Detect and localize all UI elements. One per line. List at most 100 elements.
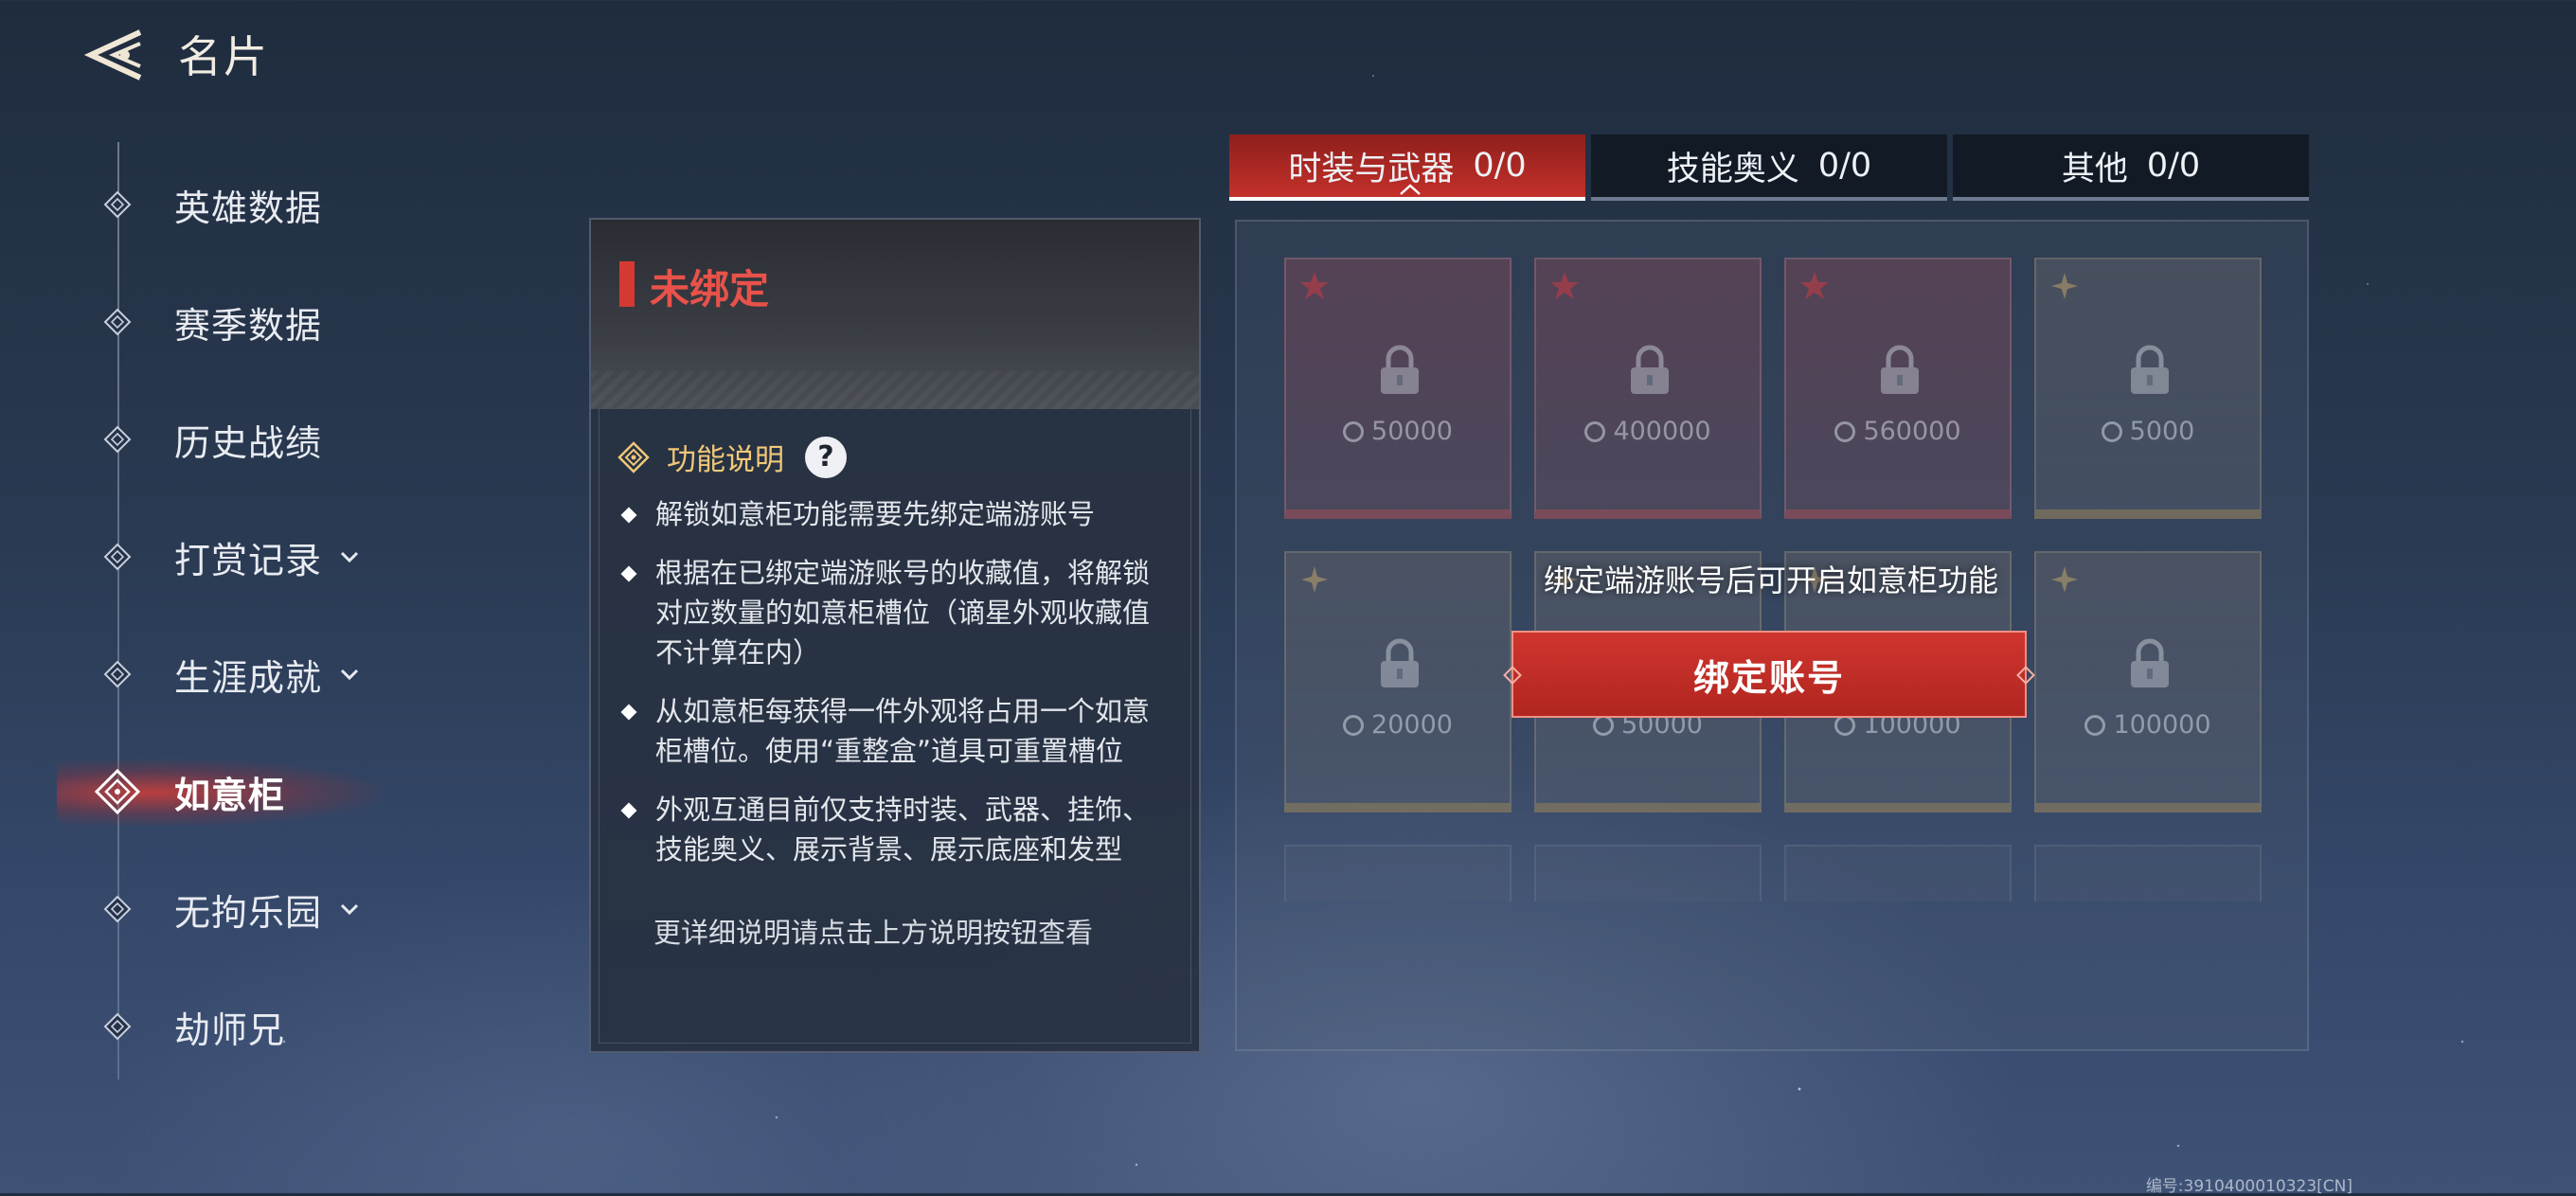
nav-diamond-icon <box>95 417 140 462</box>
help-button[interactable]: ? <box>805 436 847 478</box>
description-text: 从如意柜每获得一件外观将占用一个如意柜槽位。使用“重整盒”道具可重置槽位 <box>655 695 1151 767</box>
nav-item-label: 赛季数据 <box>174 304 323 347</box>
wardrobe-slot-faded <box>1284 845 1512 901</box>
clover-icon <box>1297 562 1332 597</box>
nav-item-3[interactable]: 历史战绩 <box>95 402 322 477</box>
tab-2[interactable]: 技能奥义 0/0 <box>1591 134 1947 201</box>
nav-item-label: 历史战绩 <box>174 421 323 464</box>
description-item: 根据在已绑定端游账号的收藏值，将解锁对应数量的如意柜槽位（谪星外观收藏值不计算在… <box>619 553 1159 672</box>
slot-cost-value: 20000 <box>1371 710 1453 740</box>
wardrobe-slot-faded <box>2034 845 2262 901</box>
tab-label: 时装与武器 <box>1288 150 1455 188</box>
tab-count: 0/0 <box>2146 147 2201 185</box>
chevron-down-icon <box>339 664 360 685</box>
lock-icon <box>1875 343 1924 398</box>
nav-item-7[interactable]: 无拘乐园 <box>95 871 360 947</box>
header-pattern <box>591 371 1199 409</box>
nav-item-5[interactable]: 生涯成就 <box>95 636 360 712</box>
lock-icon <box>1625 343 1674 398</box>
slot-cost: 400000 <box>1536 417 1760 446</box>
nav-diamond-icon <box>95 299 140 345</box>
flower-icon <box>1547 269 1582 303</box>
slot-cost: 560000 <box>1786 417 2010 446</box>
slot-cost: 50000 <box>1286 417 1510 446</box>
collection-coin-icon <box>2084 715 2106 736</box>
description-text: 根据在已绑定端游账号的收藏值，将解锁对应数量的如意柜槽位（谪星外观收藏值不计算在… <box>655 557 1151 669</box>
lock-icon <box>2125 343 2174 398</box>
bullet-diamond-icon <box>620 704 637 721</box>
collection-coin-icon <box>1343 421 1365 442</box>
clover-icon <box>2048 269 2082 303</box>
nav-diamond-icon <box>95 652 140 697</box>
nav-diamond-icon <box>95 886 140 932</box>
nav-diamond-icon <box>95 534 140 580</box>
function-description-title: 功能说明 <box>667 443 784 477</box>
bullet-diamond-icon <box>620 565 637 582</box>
tab-count: 0/0 <box>1817 147 1872 185</box>
nav-item-label: 打赏记录 <box>174 539 323 581</box>
nav-active-diamond-icon <box>95 769 140 814</box>
tab-count: 0/0 <box>1473 147 1527 185</box>
nav-item-6[interactable]: 如意柜 <box>95 754 285 830</box>
bind-status: 未绑定 <box>650 266 770 312</box>
description-text: 外观互通目前仅支持时装、武器、挂饰、技能奥义、展示背景、展示底座和发型 <box>655 794 1151 866</box>
nav-item-4[interactable]: 打赏记录 <box>95 519 360 595</box>
collection-coin-icon <box>1343 715 1365 736</box>
nav-diamond-icon <box>95 1004 140 1049</box>
more-info-note: 更详细说明请点击上方说明按钮查看 <box>653 917 1094 949</box>
bind-account-button[interactable]: 绑定账号 <box>1512 631 2027 718</box>
collection-coin-icon <box>1834 421 1856 442</box>
description-list: 解锁如意柜功能需要先绑定端游账号根据在已绑定端游账号的收藏值，将解锁对应数量的如… <box>619 494 1159 888</box>
description-item: 外观互通目前仅支持时装、武器、挂饰、技能奥义、展示背景、展示底座和发型 <box>619 790 1159 869</box>
active-tab-caret-icon <box>1400 184 1421 195</box>
lock-icon <box>1375 636 1424 691</box>
wardrobe-slot[interactable]: 5000 <box>2034 258 2262 519</box>
bind-hint-text: 绑定端游账号后可开启如意柜功能 <box>1543 562 1998 598</box>
tab-label: 其他 <box>2061 150 2128 188</box>
status-marker <box>619 261 635 307</box>
nav-item-label: 劫师兄 <box>174 1009 286 1051</box>
slot-cost: 5000 <box>2036 417 2260 446</box>
slot-cost: 100000 <box>2036 710 2260 740</box>
chevron-down-icon <box>339 546 360 567</box>
diamond-icon <box>617 440 650 473</box>
description-item: 解锁如意柜功能需要先绑定端游账号 <box>619 494 1159 534</box>
collection-coin-icon <box>1584 421 1606 442</box>
nav-item-8[interactable]: 劫师兄 <box>95 989 285 1064</box>
nav-item-label: 英雄数据 <box>174 187 323 229</box>
description-text: 解锁如意柜功能需要先绑定端游账号 <box>655 498 1096 530</box>
nav-diamond-icon <box>95 182 140 227</box>
nav-item-label: 无拘乐园 <box>174 891 323 934</box>
tab-3[interactable]: 其他 0/0 <box>1953 134 2309 201</box>
info-panel-header: 未绑定 <box>591 220 1199 409</box>
wardrobe-slot-faded <box>1534 845 1762 901</box>
flower-icon <box>1798 269 1832 303</box>
wardrobe-slot-faded <box>1784 845 2012 901</box>
collection-coin-icon <box>1834 715 1856 736</box>
flower-icon <box>1297 269 1332 303</box>
lock-icon <box>2125 636 2174 691</box>
collection-coin-icon <box>1593 715 1615 736</box>
nav-item-label: 生涯成就 <box>174 656 323 699</box>
wardrobe-slot[interactable]: 50000 <box>1284 258 1512 519</box>
function-description-row: 功能说明 ? <box>617 436 847 478</box>
slot-cost-value: 400000 <box>1613 417 1711 446</box>
slot-cost-value: 50000 <box>1371 417 1453 446</box>
slot-cost-value: 100000 <box>2113 710 2211 740</box>
slot-cost-value: 560000 <box>1863 417 1961 446</box>
description-item: 从如意柜每获得一件外观将占用一个如意柜槽位。使用“重整盒”道具可重置槽位 <box>619 691 1159 771</box>
info-panel: 未绑定 功能说明 ? 解锁如意柜功能需要先绑定端游账号根据在已绑定端游账号的收藏… <box>589 218 1201 1053</box>
lock-icon <box>1375 343 1424 398</box>
nav-item-1[interactable]: 英雄数据 <box>95 167 322 242</box>
chevron-down-icon <box>339 899 360 919</box>
bullet-diamond-icon <box>620 507 637 524</box>
tab-label: 技能奥义 <box>1666 150 1799 188</box>
back-arrow-icon <box>83 29 142 80</box>
nav-item-2[interactable]: 赛季数据 <box>95 284 322 360</box>
wardrobe-slot[interactable]: 560000 <box>1784 258 2012 519</box>
back-button[interactable] <box>83 27 159 83</box>
wardrobe-slot[interactable]: 400000 <box>1534 258 1762 519</box>
collection-coin-icon <box>2101 421 2122 442</box>
page-title: 名片 <box>178 31 269 82</box>
slot-cost-value: 5000 <box>2129 417 2195 446</box>
